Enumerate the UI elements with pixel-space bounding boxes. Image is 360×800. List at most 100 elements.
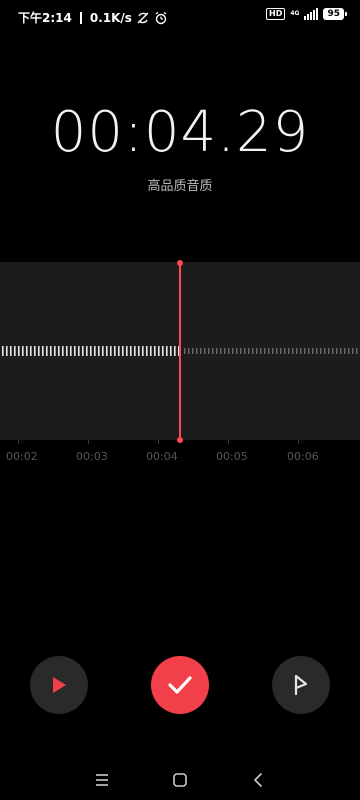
waveform-bar-pending bbox=[332, 348, 334, 354]
waveform-bar bbox=[26, 346, 28, 356]
waveform-bar bbox=[94, 346, 96, 356]
playhead-line[interactable] bbox=[179, 262, 181, 440]
flag-icon bbox=[294, 674, 308, 696]
waveform-bar bbox=[166, 346, 168, 356]
menu-icon bbox=[96, 774, 108, 786]
playhead-top-handle[interactable] bbox=[177, 260, 183, 266]
waveform-bar bbox=[30, 346, 32, 356]
waveform-bar-pending bbox=[248, 348, 250, 354]
waveform-bar bbox=[90, 346, 92, 356]
no-sync-icon bbox=[137, 12, 149, 23]
waveform-bar bbox=[66, 346, 68, 356]
waveform-bar bbox=[130, 346, 132, 356]
waveform-bar bbox=[38, 346, 40, 356]
waveform-bar-pending bbox=[224, 348, 226, 354]
timeline-tick bbox=[298, 440, 299, 444]
waveform-bar bbox=[82, 346, 84, 356]
waveform-bar bbox=[158, 346, 160, 356]
hd-icon: HD bbox=[266, 8, 286, 20]
timeline-tick bbox=[88, 440, 89, 444]
battery-icon: 95 bbox=[323, 8, 347, 20]
waveform-bar bbox=[58, 346, 60, 356]
status-divider bbox=[79, 11, 82, 24]
waveform-bar bbox=[78, 346, 80, 356]
waveform-bar-pending bbox=[288, 348, 290, 354]
waveform-bar-pending bbox=[316, 348, 318, 354]
waveform-bar bbox=[62, 346, 64, 356]
waveform-bar bbox=[134, 346, 136, 356]
waveform-bar bbox=[154, 346, 156, 356]
waveform-bar bbox=[10, 346, 12, 356]
waveform-bar-pending bbox=[324, 348, 326, 354]
waveform-bar bbox=[102, 346, 104, 356]
timeline-label: 00:03 bbox=[76, 450, 108, 463]
waveform-bar-pending bbox=[200, 348, 202, 354]
waveform-bar-pending bbox=[268, 348, 270, 354]
waveform-bar-pending bbox=[244, 348, 246, 354]
battery-level: 95 bbox=[327, 9, 340, 19]
waveform-bar bbox=[98, 346, 100, 356]
waveform-bar bbox=[14, 346, 16, 356]
waveform-bar-pending bbox=[220, 348, 222, 354]
pending-waveform bbox=[184, 348, 358, 354]
waveform-bar-pending bbox=[296, 348, 298, 354]
waveform-bar-pending bbox=[280, 348, 282, 354]
signal-icon bbox=[304, 8, 319, 20]
network-type-indicator: 4G bbox=[290, 11, 299, 17]
menu-button[interactable] bbox=[90, 768, 114, 792]
waveform-bar bbox=[126, 346, 128, 356]
timeline-label: 00:05 bbox=[216, 450, 248, 463]
waveform-bar bbox=[34, 346, 36, 356]
waveform-bar-pending bbox=[272, 348, 274, 354]
home-button[interactable] bbox=[168, 768, 192, 792]
waveform-bar bbox=[18, 346, 20, 356]
home-icon bbox=[173, 773, 187, 787]
waveform-bar bbox=[106, 346, 108, 356]
timeline-ruler: 00:02 00:03 00:04 00:05 00:06 bbox=[0, 440, 360, 470]
add-marker-button[interactable] bbox=[272, 656, 330, 714]
waveform-bar bbox=[6, 346, 8, 356]
waveform-bar bbox=[118, 346, 120, 356]
waveform-bar-pending bbox=[204, 348, 206, 354]
waveform-bar-pending bbox=[264, 348, 266, 354]
waveform-bar bbox=[46, 346, 48, 356]
waveform-bar-pending bbox=[216, 348, 218, 354]
waveform-bar bbox=[42, 346, 44, 356]
waveform-bar-pending bbox=[256, 348, 258, 354]
waveform-bar-pending bbox=[184, 348, 186, 354]
waveform-bar-pending bbox=[240, 348, 242, 354]
waveform-bar-pending bbox=[328, 348, 330, 354]
waveform-bar-pending bbox=[312, 348, 314, 354]
waveform-bar bbox=[2, 346, 4, 356]
waveform-bar-pending bbox=[188, 348, 190, 354]
timeline-tick bbox=[158, 440, 159, 444]
status-bar: 下午2:14 0.1K/s HD 4G 95 bbox=[0, 0, 360, 34]
waveform-bar bbox=[50, 346, 52, 356]
recorded-waveform bbox=[2, 346, 180, 356]
waveform-bar-pending bbox=[192, 348, 194, 354]
waveform-bar-pending bbox=[208, 348, 210, 354]
waveform-bar bbox=[54, 346, 56, 356]
waveform-bar bbox=[74, 346, 76, 356]
waveform-bar-pending bbox=[252, 348, 254, 354]
waveform-bar-pending bbox=[196, 348, 198, 354]
quality-label[interactable]: 高品质音质 bbox=[0, 175, 360, 194]
waveform-bar-pending bbox=[276, 348, 278, 354]
elapsed-time: 00:04.29 bbox=[50, 100, 310, 165]
play-button[interactable] bbox=[30, 656, 88, 714]
waveform-bar bbox=[146, 346, 148, 356]
system-nav-bar bbox=[0, 760, 360, 800]
back-button[interactable] bbox=[246, 768, 270, 792]
waveform-bar-pending bbox=[344, 348, 346, 354]
network-type: 4G bbox=[290, 10, 300, 17]
waveform-bar-pending bbox=[300, 348, 302, 354]
network-speed: 0.1K/s bbox=[89, 10, 132, 25]
waveform-bar-pending bbox=[236, 348, 238, 354]
status-time: 下午2:14 bbox=[18, 11, 72, 25]
timeline-tick bbox=[228, 440, 229, 444]
waveform-bar-pending bbox=[340, 348, 342, 354]
status-left: 下午2:14 0.1K/s bbox=[18, 9, 168, 26]
alarm-icon bbox=[155, 11, 167, 24]
waveform-bar-pending bbox=[232, 348, 234, 354]
save-recording-button[interactable] bbox=[151, 656, 209, 714]
